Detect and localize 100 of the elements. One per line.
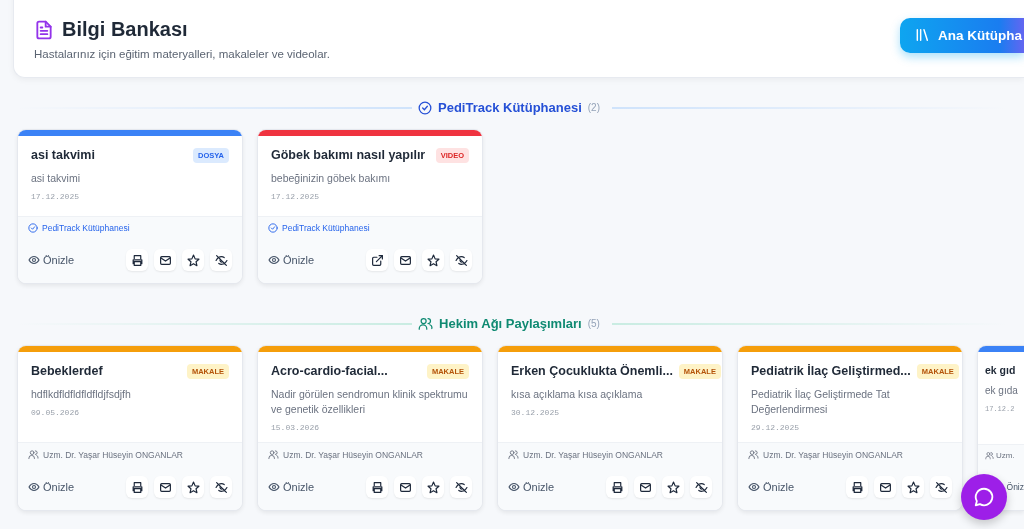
- hide-button[interactable]: [450, 249, 472, 271]
- print-button[interactable]: [126, 249, 148, 271]
- card-date: 17.12.2025: [31, 192, 80, 202]
- users-icon: [28, 449, 39, 461]
- favorite-button[interactable]: [422, 249, 444, 271]
- check-circle-icon: [268, 223, 278, 233]
- card-description: hdflkdfldfldfldfldjfsdjfh: [31, 387, 132, 402]
- eye-off-icon: [454, 480, 468, 494]
- card-accent-bar: [978, 346, 1024, 352]
- card-description: bebeğinizin göbek bakımı: [271, 171, 392, 186]
- card-date: 09.05.2026: [31, 408, 80, 418]
- card-description: ek gıda: [985, 384, 1019, 398]
- star-icon: [426, 480, 440, 494]
- card-source: Uzm.: [996, 451, 1015, 461]
- card-date: 17.12.2025: [271, 192, 320, 202]
- favorite-button[interactable]: [182, 249, 204, 271]
- eye-icon: [28, 481, 40, 494]
- envelope-icon: [158, 480, 172, 494]
- printer-icon: [370, 480, 384, 494]
- section-count: (2): [587, 102, 600, 113]
- card-source: Uzm. Dr. Yaşar Hüseyin ONGANLAR: [283, 449, 423, 460]
- card-title: Göbek bakımı nasıl yapılır: [271, 148, 426, 162]
- card-source: PediTrack Kütüphanesi: [42, 223, 130, 233]
- hide-button[interactable]: [690, 476, 712, 499]
- preview-link[interactable]: Önizle: [28, 481, 75, 494]
- mail-button[interactable]: [394, 476, 416, 499]
- eye-icon: [508, 481, 520, 494]
- chat-button[interactable]: [961, 474, 1007, 520]
- users-icon: [748, 449, 759, 461]
- print-button[interactable]: [126, 476, 148, 499]
- preview-link[interactable]: Önizle: [748, 481, 795, 494]
- printer-icon: [610, 480, 624, 494]
- hide-button[interactable]: [930, 476, 952, 499]
- card-description: Nadir görülen sendromun klinik spektrumu ve genetik özellikleri: [271, 387, 469, 418]
- preview-link[interactable]: Önizle: [508, 481, 555, 494]
- preview-link[interactable]: Önizle: [28, 254, 75, 266]
- hide-button[interactable]: [210, 249, 232, 271]
- card-description: Pediatrik İlaç Geliştirmede Tat Değerlendirmesi: [751, 387, 891, 418]
- card-source: Uzm. Dr. Yaşar Hüseyin ONGANLAR: [523, 449, 663, 460]
- star-icon: [666, 480, 680, 494]
- card-date: 15.03.2026: [271, 423, 320, 433]
- envelope-icon: [158, 253, 172, 267]
- print-button[interactable]: [606, 476, 628, 499]
- library-button[interactable]: Ana Kütüpha: [900, 17, 1024, 53]
- eye-off-icon: [214, 480, 228, 494]
- card-description: kısa açıklama kısa açıklama: [511, 387, 644, 402]
- envelope-icon: [638, 480, 652, 494]
- favorite-button[interactable]: [902, 476, 924, 499]
- card-title: asi takvimi: [31, 148, 95, 162]
- external-link-icon: [370, 253, 384, 267]
- eye-icon: [748, 481, 760, 494]
- check-circle-icon: [28, 223, 38, 233]
- mail-button[interactable]: [634, 476, 656, 499]
- card-source: PediTrack Kütüphanesi: [282, 223, 370, 233]
- print-button[interactable]: [846, 476, 868, 499]
- card-date: 29.12.2025: [751, 423, 800, 433]
- eye-icon: [28, 254, 40, 266]
- users-icon: [985, 451, 994, 461]
- card-title: Bebeklerdef: [31, 364, 103, 378]
- mail-button[interactable]: [154, 476, 176, 499]
- preview-link[interactable]: Öniz: [1006, 482, 1024, 493]
- chat-icon: [973, 486, 995, 508]
- print-button[interactable]: [366, 476, 388, 499]
- preview-link[interactable]: Önizle: [268, 254, 315, 266]
- preview-link[interactable]: Önizle: [268, 481, 315, 494]
- document-icon: [34, 19, 54, 40]
- envelope-icon: [878, 480, 892, 494]
- eye-icon: [268, 254, 280, 266]
- card-date: 30.12.2025: [511, 408, 560, 418]
- star-icon: [906, 480, 920, 494]
- envelope-icon: [398, 480, 412, 494]
- printer-icon: [130, 480, 144, 494]
- star-icon: [186, 480, 200, 494]
- open-external-button[interactable]: [366, 249, 388, 271]
- star-icon: [426, 253, 440, 267]
- card-title: ek gıd: [985, 364, 1016, 376]
- eye-off-icon: [934, 480, 948, 494]
- envelope-icon: [398, 253, 412, 267]
- section-count: (5): [587, 318, 600, 329]
- favorite-button[interactable]: [662, 476, 684, 499]
- users-icon: [268, 449, 279, 461]
- section-title: PediTrack Kütüphanesi: [438, 100, 582, 115]
- page-title: Bilgi Bankası: [62, 18, 188, 41]
- page-subtitle: Hastalarınız için eğitim materyalleri, makaleler ve videolar.: [34, 48, 330, 60]
- mail-button[interactable]: [154, 249, 176, 271]
- mail-button[interactable]: [394, 249, 416, 271]
- favorite-button[interactable]: [422, 476, 444, 499]
- section-title: Hekim Ağı Paylaşımları: [439, 316, 582, 331]
- mail-button[interactable]: [874, 476, 896, 499]
- hide-button[interactable]: [210, 476, 232, 499]
- card-description: asi takvimi: [31, 171, 81, 186]
- eye-off-icon: [454, 253, 468, 267]
- card-title: Pediatrik İlaç Geliştirmed...: [751, 364, 911, 378]
- hide-button[interactable]: [450, 476, 472, 499]
- eye-off-icon: [214, 253, 228, 267]
- printer-icon: [850, 480, 864, 494]
- card-source: Uzm. Dr. Yaşar Hüseyin ONGANLAR: [43, 449, 183, 460]
- check-circle-icon: [418, 100, 432, 115]
- users-icon: [418, 316, 434, 331]
- favorite-button[interactable]: [182, 476, 204, 499]
